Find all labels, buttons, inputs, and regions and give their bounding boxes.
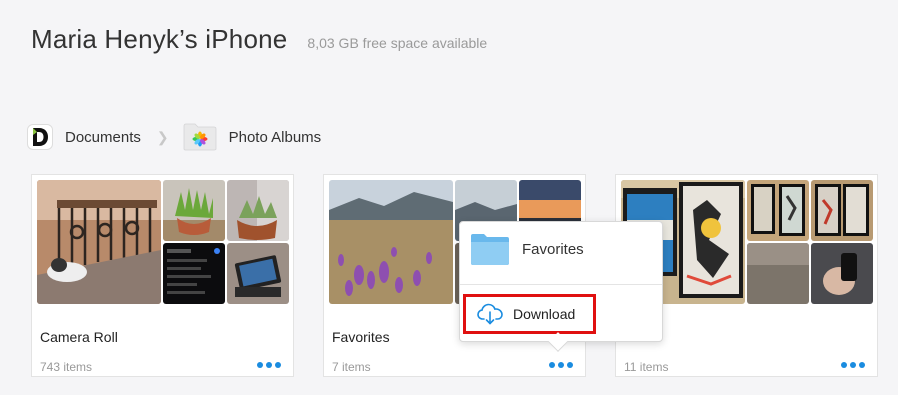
folder-icon: [471, 234, 509, 265]
more-icon-dot: [841, 362, 847, 368]
album-item-count: 11 items: [624, 360, 669, 374]
documents-app-icon: [27, 124, 53, 150]
breadcrumb-photo-albums[interactable]: Photo Albums: [183, 123, 322, 151]
photo-thumbnail: [329, 180, 453, 304]
chevron-right-icon: ❯: [156, 128, 169, 145]
photo-thumbnail: [747, 180, 809, 241]
download-label: Download: [513, 306, 576, 322]
album-name: Camera Roll: [40, 329, 118, 345]
album-item-count: 7 items: [332, 360, 371, 374]
more-icon-dot: [850, 362, 856, 368]
photo-thumbnail: [163, 180, 225, 241]
photo-thumbnail: [37, 180, 161, 304]
more-icon-dot: [549, 362, 555, 368]
cloud-download-icon: [477, 303, 503, 325]
download-button[interactable]: Download: [463, 294, 596, 334]
more-icon-dot: [275, 362, 281, 368]
more-options-button[interactable]: [549, 359, 573, 371]
popup-folder-item: Favorites: [470, 232, 584, 266]
more-icon-dot: [567, 362, 573, 368]
more-icon-dot: [266, 362, 272, 368]
photos-folder-icon: [183, 123, 217, 151]
more-options-button[interactable]: [841, 359, 865, 371]
album-name: Favorites: [332, 329, 390, 345]
photo-thumbnail: [227, 180, 289, 241]
breadcrumb-documents[interactable]: Documents: [27, 124, 141, 150]
more-icon-dot: [859, 362, 865, 368]
album-camera-roll[interactable]: Camera Roll 743 items: [31, 174, 294, 377]
photo-thumbnail: [811, 243, 873, 304]
breadcrumb: Documents ❯ Photo Albums: [27, 121, 321, 153]
free-space-label: 8,03 GB free space available: [307, 35, 488, 51]
more-icon-dot: [558, 362, 564, 368]
page-title: Maria Henyk’s iPhone: [31, 24, 288, 54]
photo-thumbnail: [811, 180, 873, 241]
more-icon-dot: [257, 362, 263, 368]
page-header: Maria Henyk’s iPhone 8,03 GB free space …: [31, 24, 487, 55]
photo-thumbnail: [163, 243, 225, 304]
album-options-popup: Favorites Download: [459, 221, 663, 352]
popup-folder-label: Favorites: [522, 240, 584, 258]
album-thumbnails: [37, 180, 289, 304]
photo-thumbnail: [747, 243, 809, 304]
album-item-count: 743 items: [40, 360, 93, 374]
more-options-button[interactable]: [257, 359, 281, 371]
breadcrumb-label: Documents: [65, 128, 141, 146]
breadcrumb-label: Photo Albums: [228, 128, 322, 146]
photo-thumbnail: [227, 243, 289, 304]
popup-divider: [460, 284, 662, 285]
